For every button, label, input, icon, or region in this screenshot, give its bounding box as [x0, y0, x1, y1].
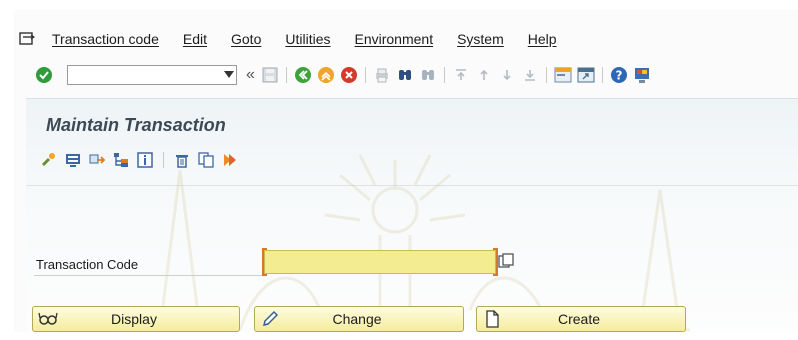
create-session-icon[interactable]: [553, 65, 573, 85]
exit-icon[interactable]: [316, 65, 336, 85]
execute-icon[interactable]: [221, 151, 239, 169]
menu-bar: Transaction code Edit Goto Utilities Env…: [14, 24, 569, 54]
shortcut-icon[interactable]: [576, 65, 596, 85]
toolbar-separator: [285, 67, 287, 83]
glasses-icon: [37, 308, 59, 330]
other-object-icon[interactable]: [88, 151, 106, 169]
change-button[interactable]: Change: [254, 306, 464, 332]
transaction-code-input[interactable]: [262, 248, 498, 276]
screen-area: Maintain Transaction: [26, 98, 798, 333]
svg-text:?: ?: [615, 69, 622, 83]
toolbar-separator: [601, 67, 603, 83]
where-used-icon[interactable]: [64, 151, 82, 169]
find-next-icon[interactable]: [418, 65, 438, 85]
menu-edit[interactable]: Edit: [171, 31, 219, 47]
menu-utilities[interactable]: Utilities: [273, 31, 342, 47]
test-transaction-icon[interactable]: [40, 151, 58, 169]
system-toolbar: « ?: [34, 62, 652, 88]
change-button-label: Change: [332, 311, 382, 327]
cancel-icon[interactable]: [339, 65, 359, 85]
command-field[interactable]: [67, 65, 237, 85]
help-icon[interactable]: ?: [609, 65, 629, 85]
next-page-icon[interactable]: [497, 65, 517, 85]
value-help-icon[interactable]: [498, 253, 514, 269]
display-button-label: Display: [111, 311, 157, 327]
save-icon[interactable]: [260, 65, 280, 85]
page-title: Maintain Transaction: [46, 115, 226, 135]
menu-transaction-code[interactable]: Transaction code: [40, 31, 171, 47]
collapse-command-icon[interactable]: «: [246, 66, 255, 84]
menu-system[interactable]: System: [445, 31, 516, 47]
chevron-down-icon[interactable]: [224, 71, 234, 78]
label-underline: [34, 275, 264, 276]
last-page-icon[interactable]: [520, 65, 540, 85]
pencil-icon: [259, 308, 281, 330]
find-icon[interactable]: [395, 65, 415, 85]
prev-page-icon[interactable]: [474, 65, 494, 85]
toolbar-divider: [26, 185, 798, 186]
toolbar-separator: [443, 67, 445, 83]
back-icon[interactable]: [293, 65, 313, 85]
customize-layout-icon[interactable]: [632, 65, 652, 85]
menu-goto[interactable]: Goto: [219, 31, 273, 47]
create-button-label: Create: [557, 311, 601, 327]
transaction-code-label: Transaction Code: [36, 257, 139, 272]
info-icon[interactable]: [136, 151, 154, 169]
toolbar-separator: [545, 67, 547, 83]
hierarchy-icon[interactable]: [112, 151, 130, 169]
toolbar-separator: [364, 67, 366, 83]
menu-help[interactable]: Help: [516, 31, 569, 47]
copy-icon[interactable]: [197, 151, 215, 169]
enter-icon[interactable]: [34, 65, 54, 85]
print-icon[interactable]: [372, 65, 392, 85]
delete-icon[interactable]: [173, 151, 191, 169]
toolbar-separator: [163, 152, 164, 168]
application-toolbar: [40, 151, 239, 169]
menu-environment[interactable]: Environment: [342, 31, 445, 47]
blank-document-icon: [481, 308, 503, 330]
create-button[interactable]: Create: [476, 306, 686, 332]
menu-window-icon[interactable]: [14, 29, 40, 49]
display-button[interactable]: Display: [32, 306, 240, 332]
first-page-icon[interactable]: [451, 65, 471, 85]
